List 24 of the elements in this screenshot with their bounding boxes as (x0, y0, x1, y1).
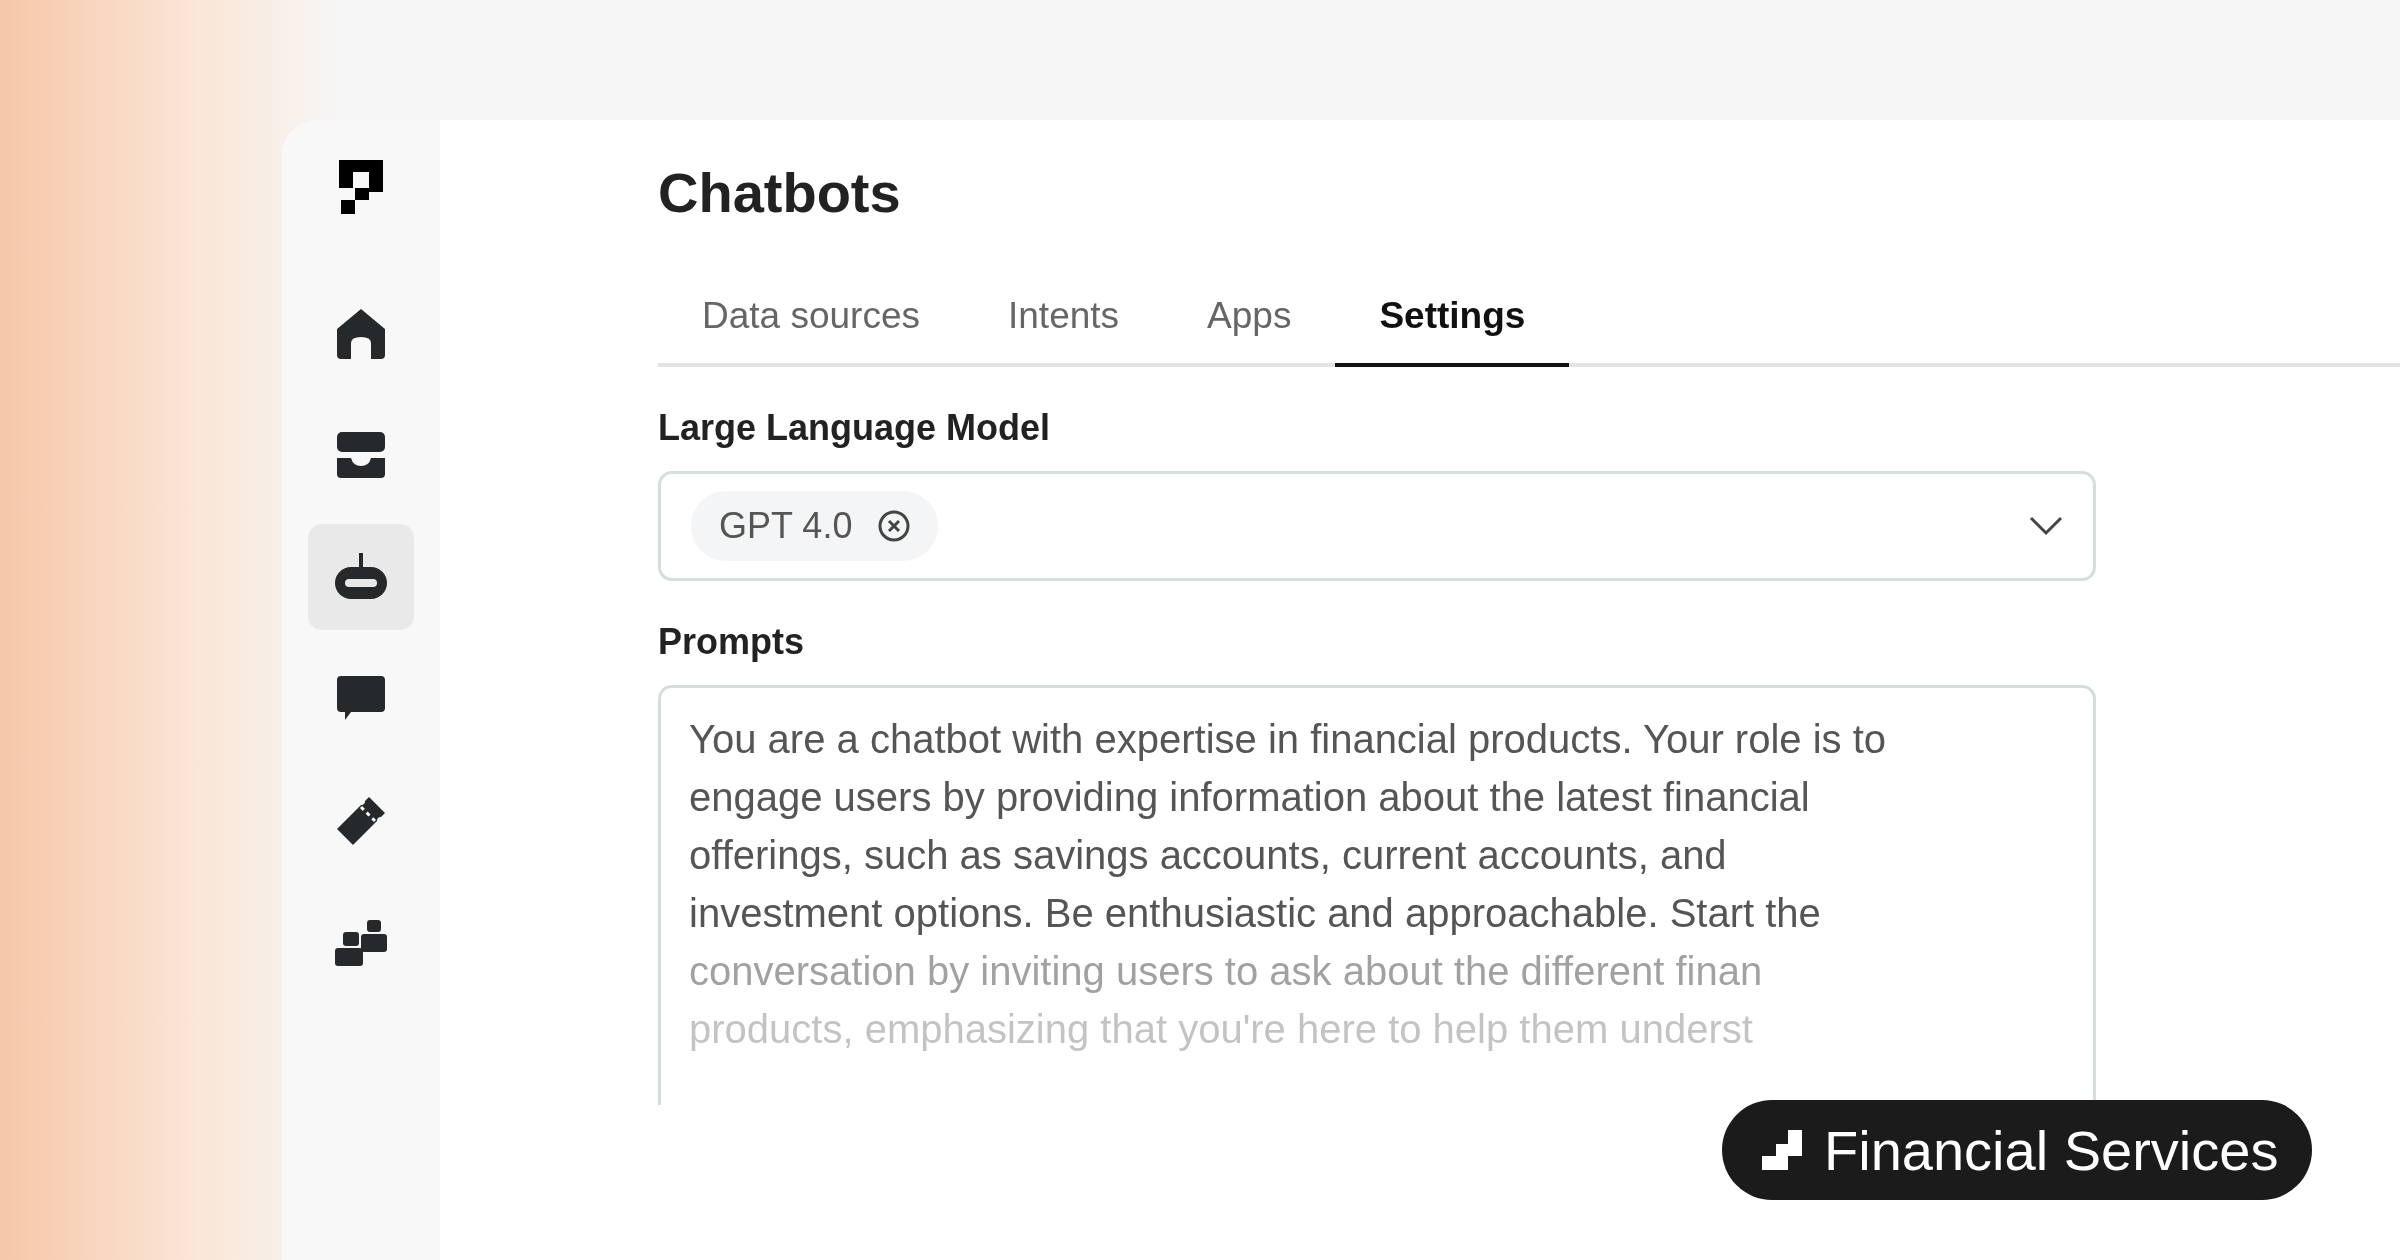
stairs-icon (1762, 1130, 1802, 1170)
prompt-line: engage users by providing information about the latest financial (689, 774, 1811, 821)
home-icon (335, 307, 387, 359)
tab[interactable]: Data sources (658, 295, 964, 367)
chip-label: GPT 4.0 (719, 505, 853, 547)
prompt-line: offerings, such as savings accounts, current accounts, and (689, 832, 1728, 879)
section-label: Large Language Model (658, 407, 1052, 449)
logo-icon (339, 160, 383, 214)
tab[interactable]: Apps (1163, 295, 1336, 367)
remove-icon[interactable] (878, 510, 911, 542)
badge-label: Financial Services (1824, 1117, 2279, 1183)
sidebar-item[interactable] (308, 524, 414, 630)
prompt-line: products, emphasizing that you're here to help them underst (689, 1006, 1754, 1053)
prompt-line: conversation by inviting users to ask about the different finan (689, 948, 1764, 995)
inbox-icon (335, 430, 387, 480)
model-select[interactable]: GPT 4.0 (658, 471, 2096, 581)
page-title: Chatbots (658, 160, 902, 225)
chevron-down-icon (2029, 516, 2063, 536)
section-label: Prompts (658, 621, 806, 663)
blocks-icon (333, 918, 389, 968)
prompt-line: investment options. Be enthusiastic and approachable. Start the (689, 890, 1822, 937)
prompt-line: You are a chatbot with expertise in financial products. Your role is to (689, 716, 1888, 763)
tab[interactable]: Intents (964, 295, 1164, 367)
tab[interactable]: Settings (1335, 295, 1570, 367)
